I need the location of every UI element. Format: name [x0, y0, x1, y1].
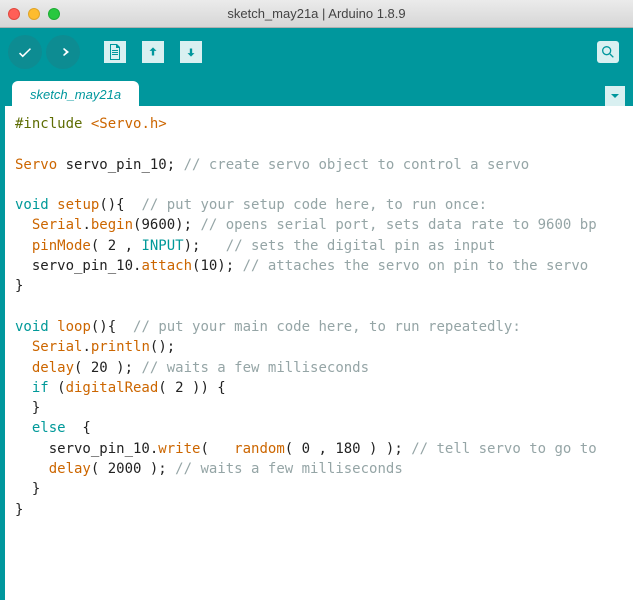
code-token: delay — [32, 360, 74, 376]
code-comment: // tell servo to go to — [411, 441, 596, 457]
code-token: begin — [91, 217, 133, 233]
close-window-button[interactable] — [8, 8, 20, 20]
code-token: ( — [200, 441, 234, 457]
code-token: servo_pin_10. — [15, 441, 158, 457]
save-sketch-button[interactable] — [174, 35, 208, 69]
code-token: (){ — [91, 319, 133, 335]
file-icon — [108, 44, 122, 60]
code-token: servo_pin_10; — [57, 157, 183, 173]
code-token: void — [15, 319, 49, 335]
serial-monitor-button[interactable] — [591, 35, 625, 69]
chevron-down-icon — [610, 91, 620, 101]
tab-menu-button[interactable] — [605, 86, 625, 106]
code-token: ( 0 , 180 ) ); — [285, 441, 411, 457]
arrow-down-icon — [184, 45, 198, 59]
code-token: . — [82, 339, 90, 355]
code-token: setup — [57, 197, 99, 213]
code-token: (){ — [99, 197, 141, 213]
code-token: println — [91, 339, 150, 355]
code-comment: // put your setup code here, to run once… — [141, 197, 487, 213]
code-token: pinMode — [32, 238, 91, 254]
code-token: ( 2000 ); — [91, 461, 175, 477]
code-token: . — [82, 217, 90, 233]
arrow-up-icon — [146, 45, 160, 59]
code-token — [15, 238, 32, 254]
toolbar — [0, 28, 633, 76]
code-comment: // opens serial port, sets data rate to … — [200, 217, 596, 233]
code-token: random — [234, 441, 285, 457]
code-token — [15, 339, 32, 355]
code-comment: // create servo object to control a serv… — [184, 157, 530, 173]
code-token: digitalRead — [66, 380, 159, 396]
code-token: ( 2 , — [91, 238, 142, 254]
magnifier-icon — [600, 44, 616, 60]
new-sketch-button[interactable] — [98, 35, 132, 69]
code-token: } — [15, 481, 40, 497]
code-token: } — [15, 278, 23, 294]
code-token: servo_pin_10. — [15, 258, 141, 274]
window-title: sketch_may21a | Arduino 1.8.9 — [8, 6, 625, 21]
code-token: if — [32, 380, 49, 396]
tabbar: sketch_may21a — [0, 76, 633, 106]
code-comment: // attaches the servo on pin to the serv… — [243, 258, 597, 274]
code-token: write — [158, 441, 200, 457]
check-icon — [16, 43, 34, 61]
code-token: delay — [49, 461, 91, 477]
code-token — [15, 217, 32, 233]
code-token — [15, 461, 49, 477]
code-comment: // waits a few milliseconds — [175, 461, 403, 477]
minimize-window-button[interactable] — [28, 8, 40, 20]
code-token: ( 20 ); — [74, 360, 141, 376]
code-editor[interactable]: #include <Servo.h> Servo servo_pin_10; /… — [0, 106, 633, 600]
code-token: attach — [141, 258, 192, 274]
code-token: } — [15, 502, 23, 518]
code-token: Serial — [32, 217, 83, 233]
code-token: ( 2 )) { — [158, 380, 225, 396]
upload-button[interactable] — [46, 35, 80, 69]
traffic-lights — [8, 8, 60, 20]
code-token: (); — [150, 339, 175, 355]
open-sketch-button[interactable] — [136, 35, 170, 69]
code-token: Serial — [32, 339, 83, 355]
maximize-window-button[interactable] — [48, 8, 60, 20]
code-comment: // waits a few milliseconds — [141, 360, 369, 376]
code-token: <Servo.h> — [91, 116, 167, 132]
code-token — [15, 360, 32, 376]
code-comment: // put your main code here, to run repea… — [133, 319, 521, 335]
code-token: ( — [49, 380, 66, 396]
code-token: loop — [57, 319, 91, 335]
code-token: INPUT — [141, 238, 183, 254]
code-token: void — [15, 197, 49, 213]
code-token: (9600); — [133, 217, 200, 233]
code-token: Servo — [15, 157, 57, 173]
code-token: ); — [184, 238, 226, 254]
code-token — [15, 420, 32, 436]
code-token: #include — [15, 116, 82, 132]
code-comment: // sets the digital pin as input — [226, 238, 496, 254]
code-token: { — [66, 420, 91, 436]
code-token — [15, 380, 32, 396]
code-token: (10); — [192, 258, 243, 274]
code-token: } — [15, 400, 40, 416]
sketch-tab[interactable]: sketch_may21a — [12, 81, 139, 106]
code-token: else — [32, 420, 66, 436]
verify-button[interactable] — [8, 35, 42, 69]
arrow-right-icon — [54, 43, 72, 61]
window-titlebar: sketch_may21a | Arduino 1.8.9 — [0, 0, 633, 28]
